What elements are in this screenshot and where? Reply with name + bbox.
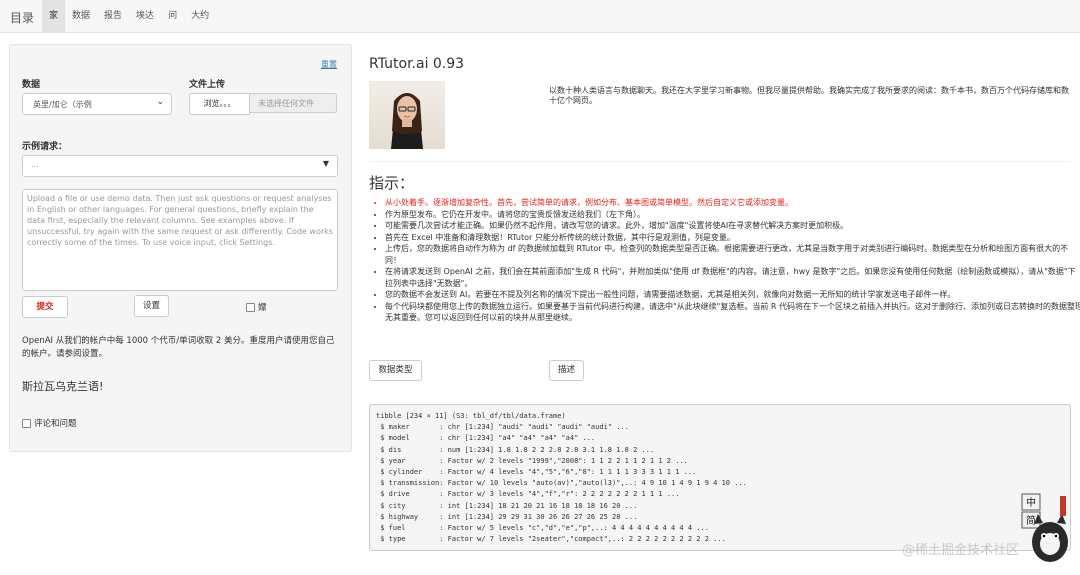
instruction-item: 您的数据不会发送到 AI。若要在不提及列名称的情况下提出一般性问题，请需要描述数…	[385, 289, 1080, 301]
instruction-item: 可能需要几次尝试才能正确。如果仍然不起作用，请改写您的请求。此外，增加"温度"设…	[385, 220, 1080, 232]
output-line: $ maker : chr [1:234] "audi" "audi" "aud…	[376, 423, 629, 432]
instruction-item: 上传后，您的数据将自动作为称为 df 的数据帧加载到 RTutor 中。检查列的…	[385, 243, 1080, 266]
request-textarea[interactable]: Upload a file or use demo data. Then jus…	[22, 189, 338, 291]
submit-button[interactable]: 提交	[22, 296, 68, 318]
divider	[369, 161, 1071, 162]
data-select-value: 英里/加仑（示例	[33, 100, 92, 109]
output-line: tibble [234 × 11] (S3: tbl_df/tbl/data.f…	[376, 412, 566, 420]
instruction-item: 在将请求发送到 OpenAI 之前，我们会在其前面添加"生成 R 代码"，并附加…	[385, 266, 1080, 289]
output-line: $ city : int [1:234] 18 21 20 21 16 18 1…	[376, 501, 638, 510]
voice-checkbox[interactable]	[246, 303, 255, 312]
examples-label: 示例请求：	[22, 142, 68, 152]
voice-checkbox-label: 嫖	[258, 303, 267, 313]
tab-eda[interactable]: 埃达	[129, 0, 161, 32]
language-text: 斯拉瓦乌克兰语!	[22, 380, 104, 393]
data-label: 数据	[22, 80, 41, 90]
instructions-list: 从小处着手。逐渐增加复杂性。首先，尝试简单的请求，例如分布、基本图或简单模型。然…	[372, 197, 1080, 324]
tab-data[interactable]: 数据	[65, 0, 97, 32]
mascot-text: 中	[1026, 496, 1036, 509]
data-select[interactable]: 英里/加仑（示例 ⌄	[22, 93, 172, 115]
examples-select[interactable]: ... ▼	[22, 155, 338, 177]
browse-button[interactable]: 浏览。。。	[189, 93, 250, 115]
navbar-brand[interactable]: 目录	[10, 9, 34, 26]
feedback-checkbox[interactable]	[22, 419, 31, 428]
instruction-item: 从小处着手。逐渐增加复杂性。首先，尝试简单的请求，例如分布、基本图或简单模型。然…	[385, 197, 1080, 209]
feedback-checkbox-label: 评论和问题	[34, 419, 77, 429]
output-line: $ dis : num [1:234] 1.8 1.8 2 2 2.8 2.8 …	[376, 445, 655, 454]
examples-placeholder: ...	[31, 160, 39, 169]
watermark: @稀土掘金技术社区	[902, 543, 1020, 558]
data-structure-output: tibble [234 × 11] (S3: tbl_df/tbl/data.f…	[369, 404, 1071, 551]
navbar: 目录 家 数据 报告 埃达 问 大约	[0, 0, 1080, 33]
tutor-photo-illustration	[391, 93, 423, 149]
sidebar-panel: 重置 数据 英里/加仑（示例 ⌄ 文件上传 浏览。。。 未选择任何文件 示例请求…	[9, 44, 352, 452]
tab-report[interactable]: 报告	[97, 0, 129, 32]
instruction-item: 每个代码块都使用您上传的数据独立运行。如果要基于当前代码进行构建，请选中"从此块…	[385, 301, 1080, 324]
caret-down-icon: ▼	[322, 159, 329, 168]
tab-about[interactable]: 大约	[184, 0, 216, 32]
instructions-title: 指示：	[369, 174, 415, 192]
mascot-cat-icon: 中 简	[1010, 490, 1072, 566]
file-upload-label: 文件上传	[189, 80, 226, 90]
instruction-item: 作为原型发布。它仍在开发中。请将您的宝贵反馈发送给我们（左下角）。	[385, 209, 1080, 221]
file-name-field: 未选择任何文件	[249, 93, 337, 113]
output-line: $ model : chr [1:234] "a4" "a4" "a4" "a4…	[376, 434, 596, 443]
output-line: $ year : Factor w/ 2 levels "1999","2008…	[376, 456, 688, 465]
intro-text: 以数十种人类语言与数据聊天。我还在大学里学习新事物。但我尽量提供帮助。我确实完成…	[549, 86, 1069, 105]
output-line: $ cylinder : Factor w/ 4 levels "4","5",…	[376, 468, 697, 477]
openai-note: OpenAI 从我们的帐户中每 1000 个代币/单词收取 2 美分。重度用户请…	[22, 336, 335, 359]
page-title: RTutor.ai 0.93	[369, 56, 465, 72]
output-line: $ fuel : Factor w/ 5 levels "c","d","e",…	[376, 524, 709, 533]
navbar-tabs: 家 数据 报告 埃达 问 大约	[42, 0, 216, 32]
describe-button[interactable]: 描述	[549, 360, 584, 381]
chevron-down-icon: ⌄	[156, 97, 164, 107]
instruction-item: 首先在 Excel 中准备和清理数据！RTutor 只能分析传统的统计数据，其中…	[385, 232, 1080, 244]
output-line: $ transmission: Factor w/ 10 levels "aut…	[376, 479, 747, 488]
tab-home[interactable]: 家	[42, 0, 66, 32]
tab-ask[interactable]: 问	[161, 0, 184, 32]
reset-link[interactable]: 重置	[321, 59, 337, 70]
tutor-photo	[369, 81, 445, 149]
output-line: $ drive : Factor w/ 3 levels "4","f","r"…	[376, 490, 680, 499]
data-types-button[interactable]: 数据类型	[369, 360, 422, 381]
mascot-text: 简	[1026, 514, 1036, 527]
settings-button[interactable]: 设置	[134, 295, 169, 317]
output-line: $ highway : int [1:234] 29 29 31 30 26 2…	[376, 512, 638, 521]
